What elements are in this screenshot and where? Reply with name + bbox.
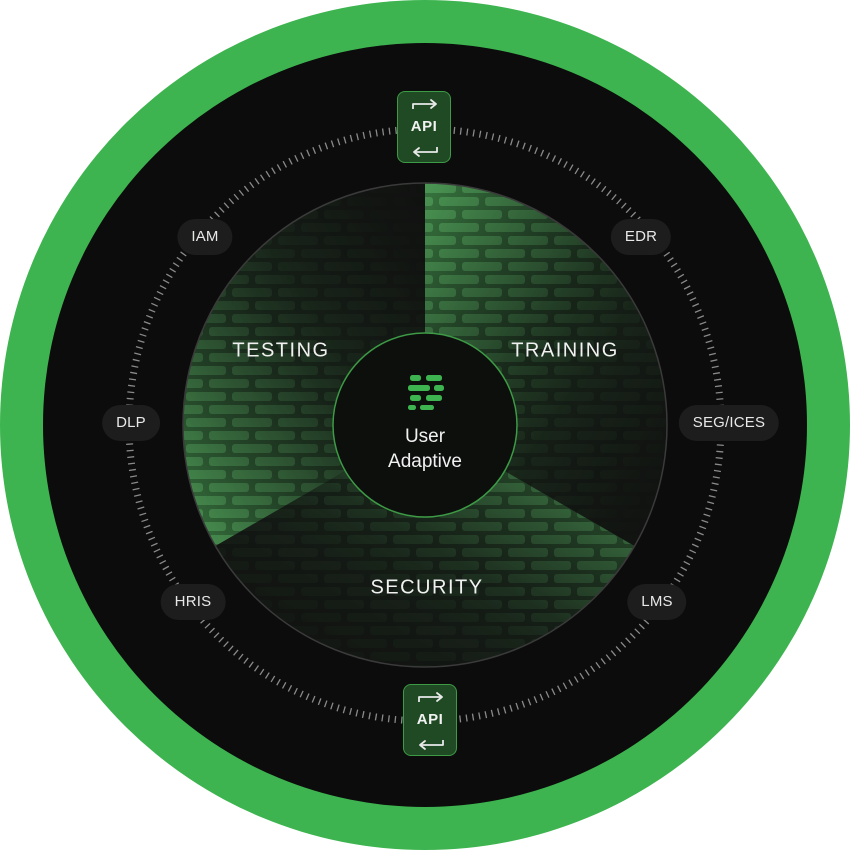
segment-label-testing: TESTING: [232, 339, 330, 362]
center-label-line2: Adaptive: [388, 451, 462, 472]
segment-label-training: TRAINING: [511, 339, 619, 362]
segment-label-security: SECURITY: [370, 576, 484, 599]
center-label-line1: User: [404, 426, 446, 447]
api-label-bottom: API: [416, 711, 444, 728]
integration-chip-dlp[interactable]: DLP: [102, 405, 160, 441]
center-disc: [332, 332, 518, 518]
api-label-top: API: [410, 118, 438, 135]
api-box-top[interactable]: API: [397, 91, 451, 163]
integration-diagram: User Adaptive TESTING TRAINING SECURITY …: [0, 0, 850, 850]
integration-chip-hris[interactable]: HRIS: [160, 584, 226, 620]
integration-chip-lms[interactable]: LMS: [627, 584, 687, 620]
integration-chip-iam[interactable]: IAM: [177, 219, 233, 255]
integration-chip-edr[interactable]: EDR: [610, 219, 672, 255]
api-box-bottom[interactable]: API: [403, 684, 457, 756]
integration-chip-seg-ices[interactable]: SEG/ICES: [678, 405, 780, 441]
